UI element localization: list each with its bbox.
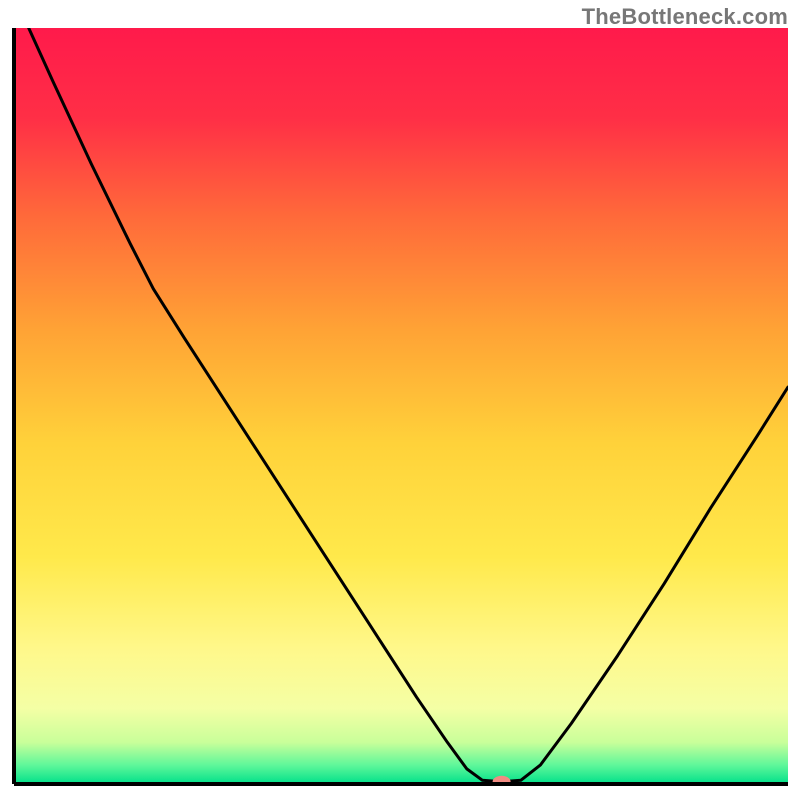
bottleneck-chart: TheBottleneck.com <box>0 0 800 800</box>
watermark-label: TheBottleneck.com <box>582 4 788 30</box>
chart-svg <box>0 0 800 800</box>
plot-area <box>14 28 788 788</box>
